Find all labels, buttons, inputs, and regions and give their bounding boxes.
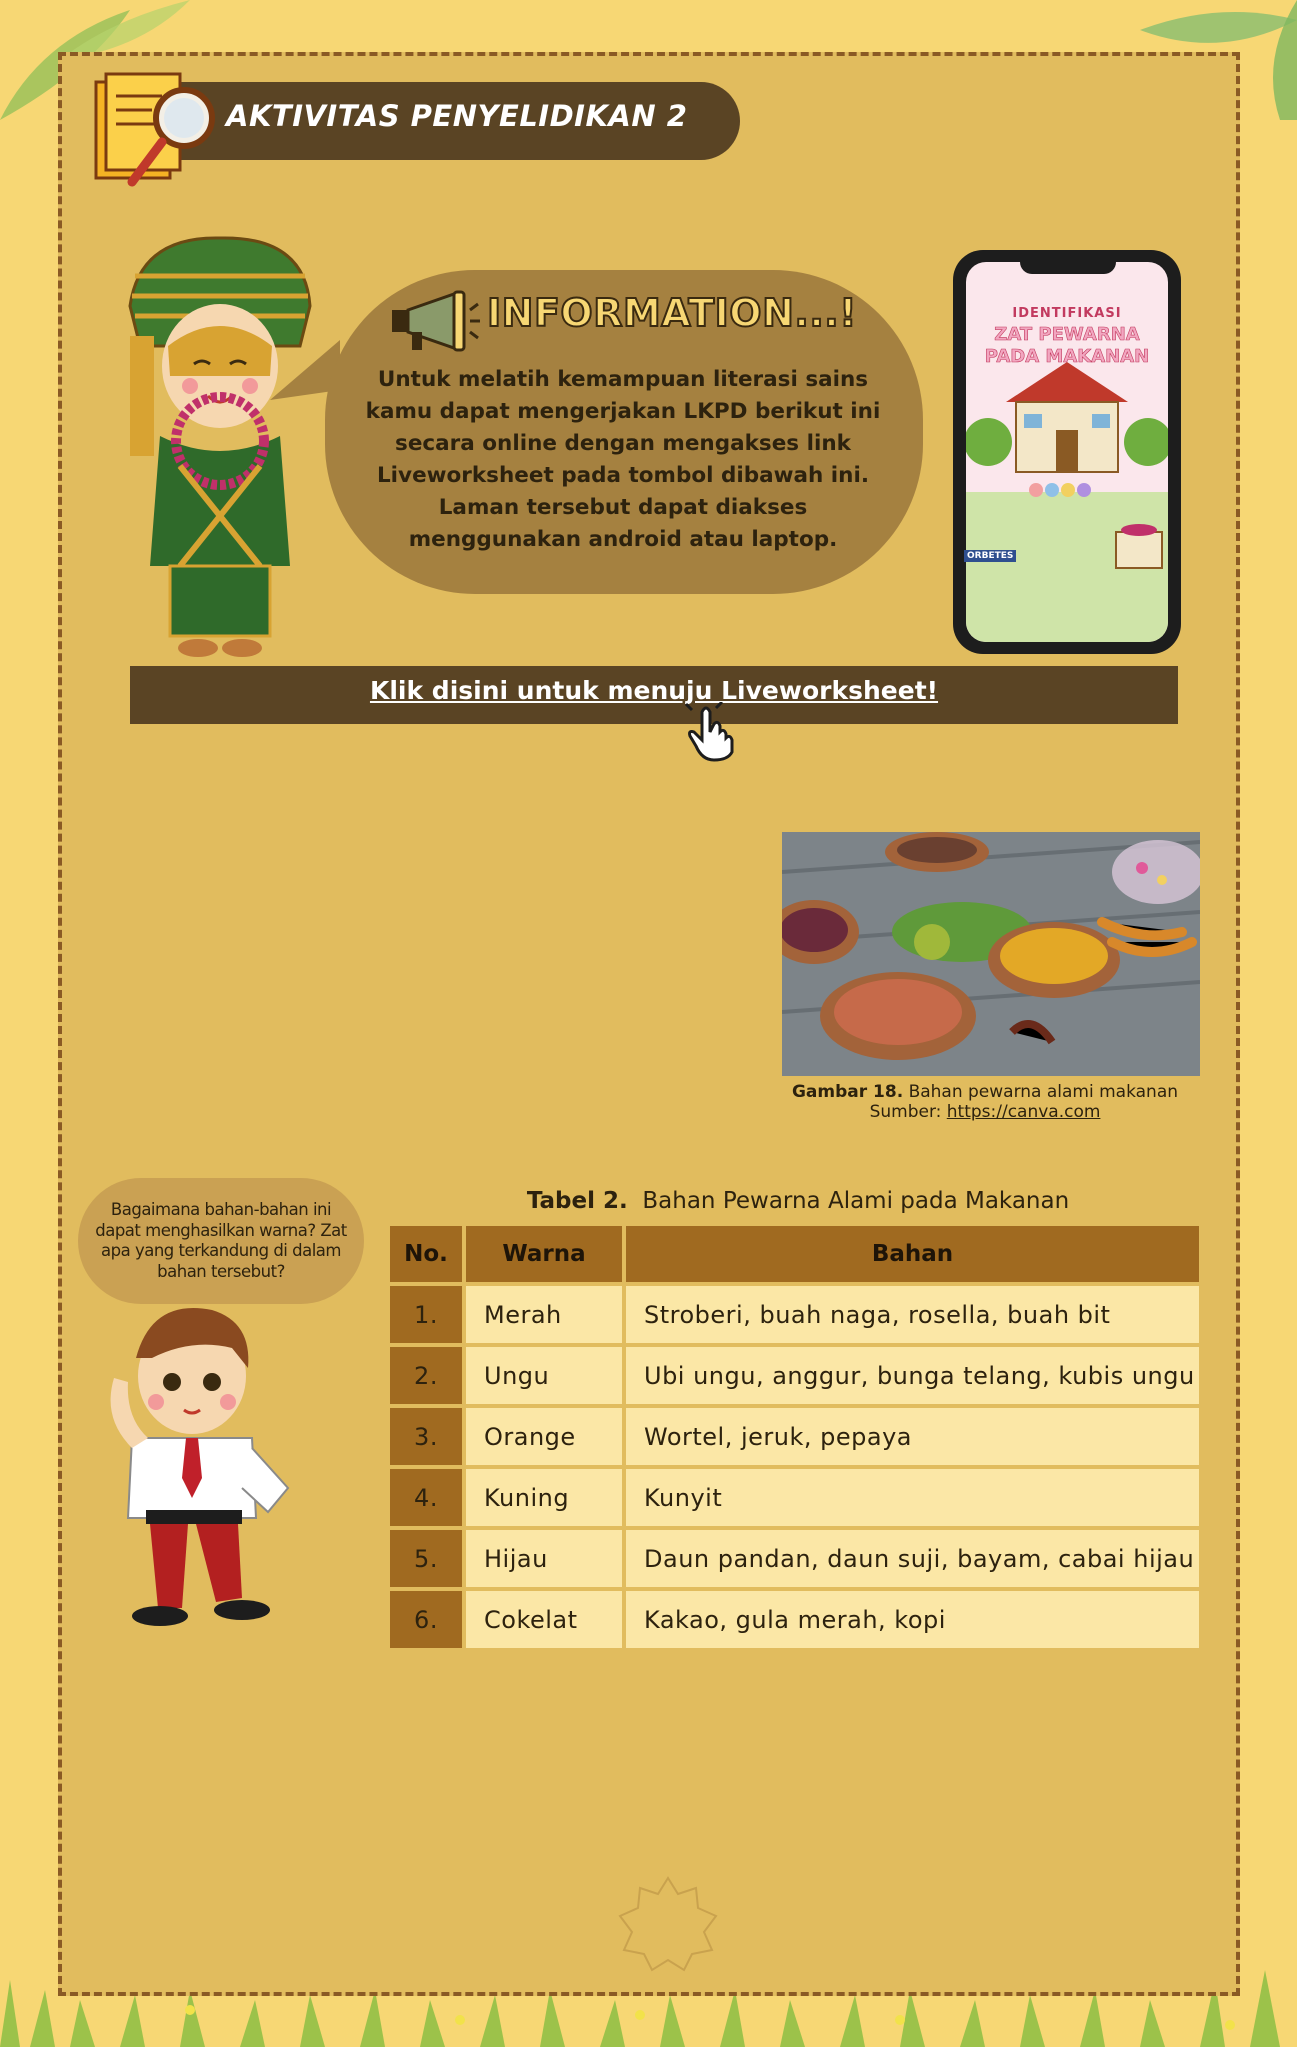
- figure-caption: Gambar 18. Bahan pewarna alami makanan S…: [760, 1082, 1210, 1122]
- figure-source-label: Sumber:: [869, 1102, 942, 1122]
- cell-bahan: Kakao, gula merah, kopi: [626, 1591, 1199, 1648]
- header-bahan: Bahan: [626, 1226, 1199, 1282]
- info-heading: INFORMATION...!: [486, 290, 858, 336]
- header-warna: Warna: [466, 1226, 622, 1282]
- cell-bahan: Daun pandan, daun suji, bayam, cabai hij…: [626, 1530, 1199, 1587]
- question-text: Bagaimana bahan-bahan ini dapat menghasi…: [95, 1200, 347, 1281]
- info-body-text: Untuk melatih kemampuan literasi sains k…: [365, 367, 881, 552]
- table-caption: Tabel 2. Bahan Pewarna Alami pada Makana…: [388, 1188, 1208, 1214]
- table-row: 1. Merah Stroberi, buah naga, rosella, b…: [390, 1286, 1199, 1343]
- table-row: 6. Cokelat Kakao, gula merah, kopi: [390, 1591, 1199, 1648]
- header-no: No.: [390, 1226, 462, 1282]
- phone-sign-text: ORBETES: [964, 550, 1017, 562]
- figure-caption-text: Bahan pewarna alami makanan: [908, 1082, 1179, 1102]
- pointer-hand-icon: [684, 702, 734, 762]
- table-row: 5. Hijau Daun pandan, daun suji, bayam, …: [390, 1530, 1199, 1587]
- phone-title-line1: IDENTIFIKASI: [1012, 306, 1122, 321]
- table-row: 2. Ungu Ubi ungu, anggur, bunga telang, …: [390, 1347, 1199, 1404]
- star-outline-icon: [618, 1876, 718, 1972]
- cell-warna: Ungu: [466, 1347, 622, 1404]
- table-header-row: No. Warna Bahan: [390, 1226, 1199, 1282]
- phone-notch: [1020, 258, 1116, 274]
- figure-caption-label: Gambar 18.: [791, 1082, 904, 1102]
- cell-no: 5.: [390, 1530, 462, 1587]
- table-row: 4. Kuning Kunyit: [390, 1469, 1199, 1526]
- cell-bahan: Wortel, jeruk, pepaya: [626, 1408, 1199, 1465]
- table-caption-label: Tabel 2.: [526, 1188, 628, 1214]
- cell-no: 1.: [390, 1286, 462, 1343]
- cell-warna: Orange: [466, 1408, 622, 1465]
- figure-source-link[interactable]: https://canva.com: [947, 1102, 1101, 1122]
- cell-no: 3.: [390, 1408, 462, 1465]
- student-character-icon: [110, 1308, 290, 1626]
- cell-no: 4.: [390, 1469, 462, 1526]
- cell-warna: Merah: [466, 1286, 622, 1343]
- liveworksheet-link[interactable]: Klik disini untuk menuju Liveworksheet!: [130, 676, 1178, 705]
- table-row: 3. Orange Wortel, jeruk, pepaya: [390, 1408, 1199, 1465]
- megaphone-icon: [392, 290, 480, 352]
- cell-bahan: Stroberi, buah naga, rosella, buah bit: [626, 1286, 1199, 1343]
- natural-dye-table: No. Warna Bahan 1. Merah Stroberi, buah …: [386, 1222, 1203, 1652]
- character-traditional-icon: [128, 236, 312, 657]
- phone-title-line2: ZAT PEWARNA PADA MAKANAN: [984, 324, 1150, 368]
- cell-warna: Cokelat: [466, 1591, 622, 1648]
- cell-no: 2.: [390, 1347, 462, 1404]
- magnifier-document-icon: [94, 72, 215, 187]
- page-title: AKTIVITAS PENYELIDIKAN 2: [226, 99, 688, 133]
- natural-dye-photo: [782, 832, 1200, 1076]
- cell-warna: Hijau: [466, 1530, 622, 1587]
- cell-warna: Kuning: [466, 1469, 622, 1526]
- cell-bahan: Ubi ungu, anggur, bunga telang, kubis un…: [626, 1347, 1199, 1404]
- table-caption-text: Bahan Pewarna Alami pada Makanan: [642, 1188, 1070, 1214]
- cell-bahan: Kunyit: [626, 1469, 1199, 1526]
- cell-no: 6.: [390, 1591, 462, 1648]
